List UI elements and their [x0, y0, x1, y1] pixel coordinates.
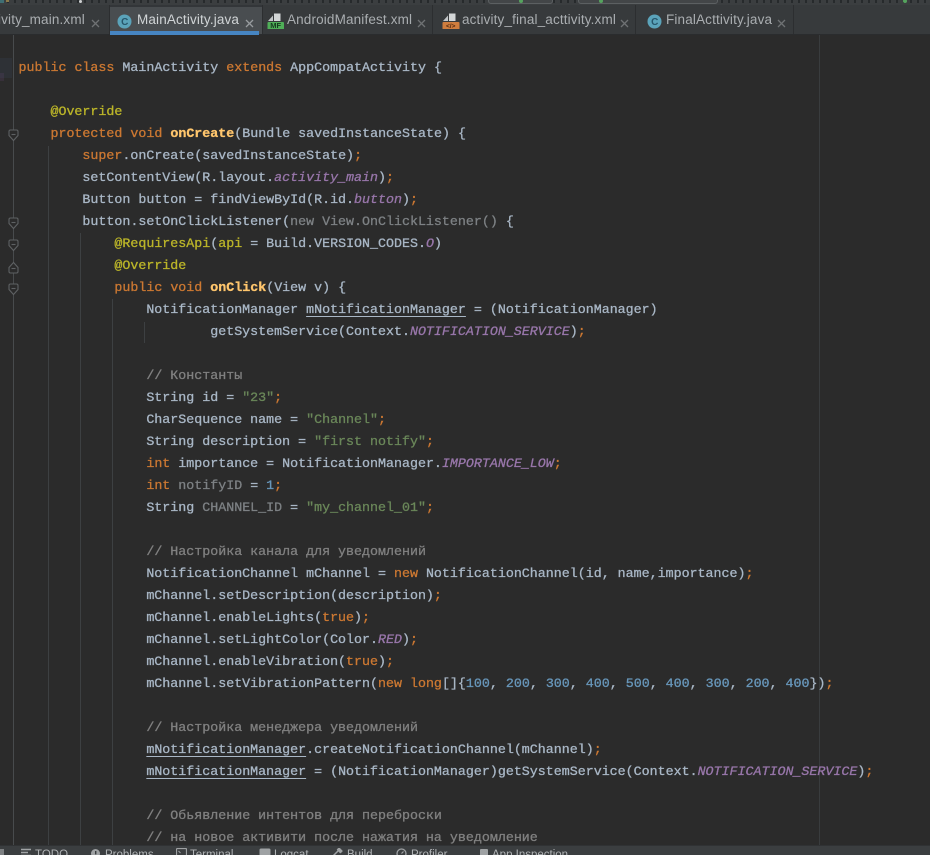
svg-text:C: C — [121, 17, 128, 28]
svg-text:</>: </> — [446, 23, 456, 29]
svg-text:C: C — [651, 17, 658, 28]
svg-text:MF: MF — [270, 21, 281, 29]
